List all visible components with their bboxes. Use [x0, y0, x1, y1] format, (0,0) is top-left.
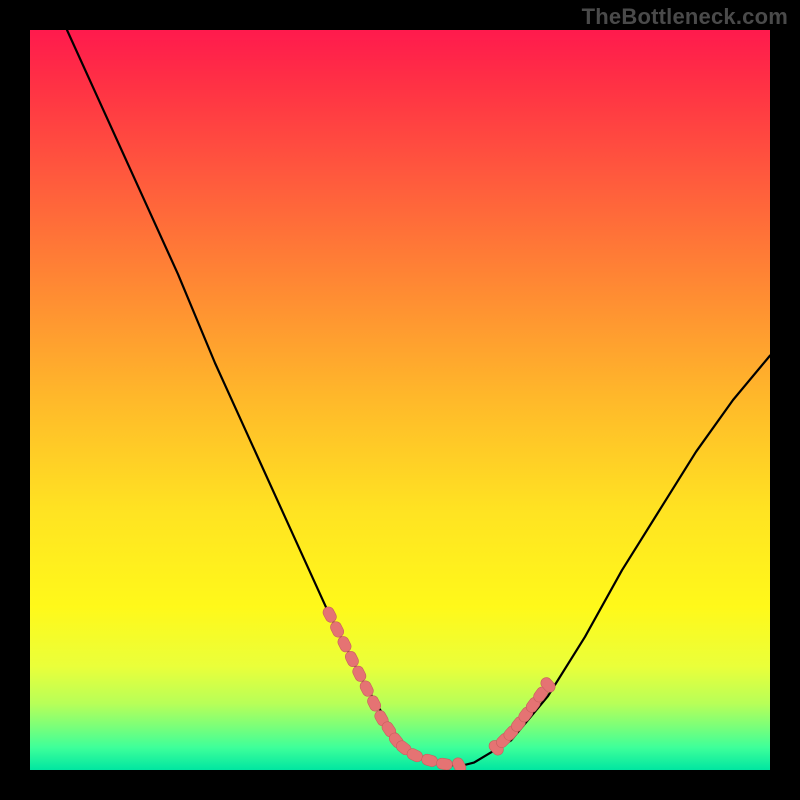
marker-pill — [351, 664, 368, 683]
marker-pill — [436, 757, 454, 770]
curve-layer — [67, 30, 770, 766]
attribution-text: TheBottleneck.com — [582, 4, 788, 30]
markers-left-cluster — [321, 605, 468, 770]
markers-right-cluster — [487, 675, 558, 757]
plot-area — [30, 30, 770, 770]
marker-pill — [451, 756, 468, 770]
marker-pill — [343, 649, 360, 668]
marker-pill — [420, 753, 438, 768]
chart-svg — [30, 30, 770, 770]
marker-pill — [336, 635, 353, 654]
chart-frame: TheBottleneck.com — [0, 0, 800, 800]
bottleneck-curve — [67, 30, 770, 766]
marker-pill — [329, 620, 346, 639]
